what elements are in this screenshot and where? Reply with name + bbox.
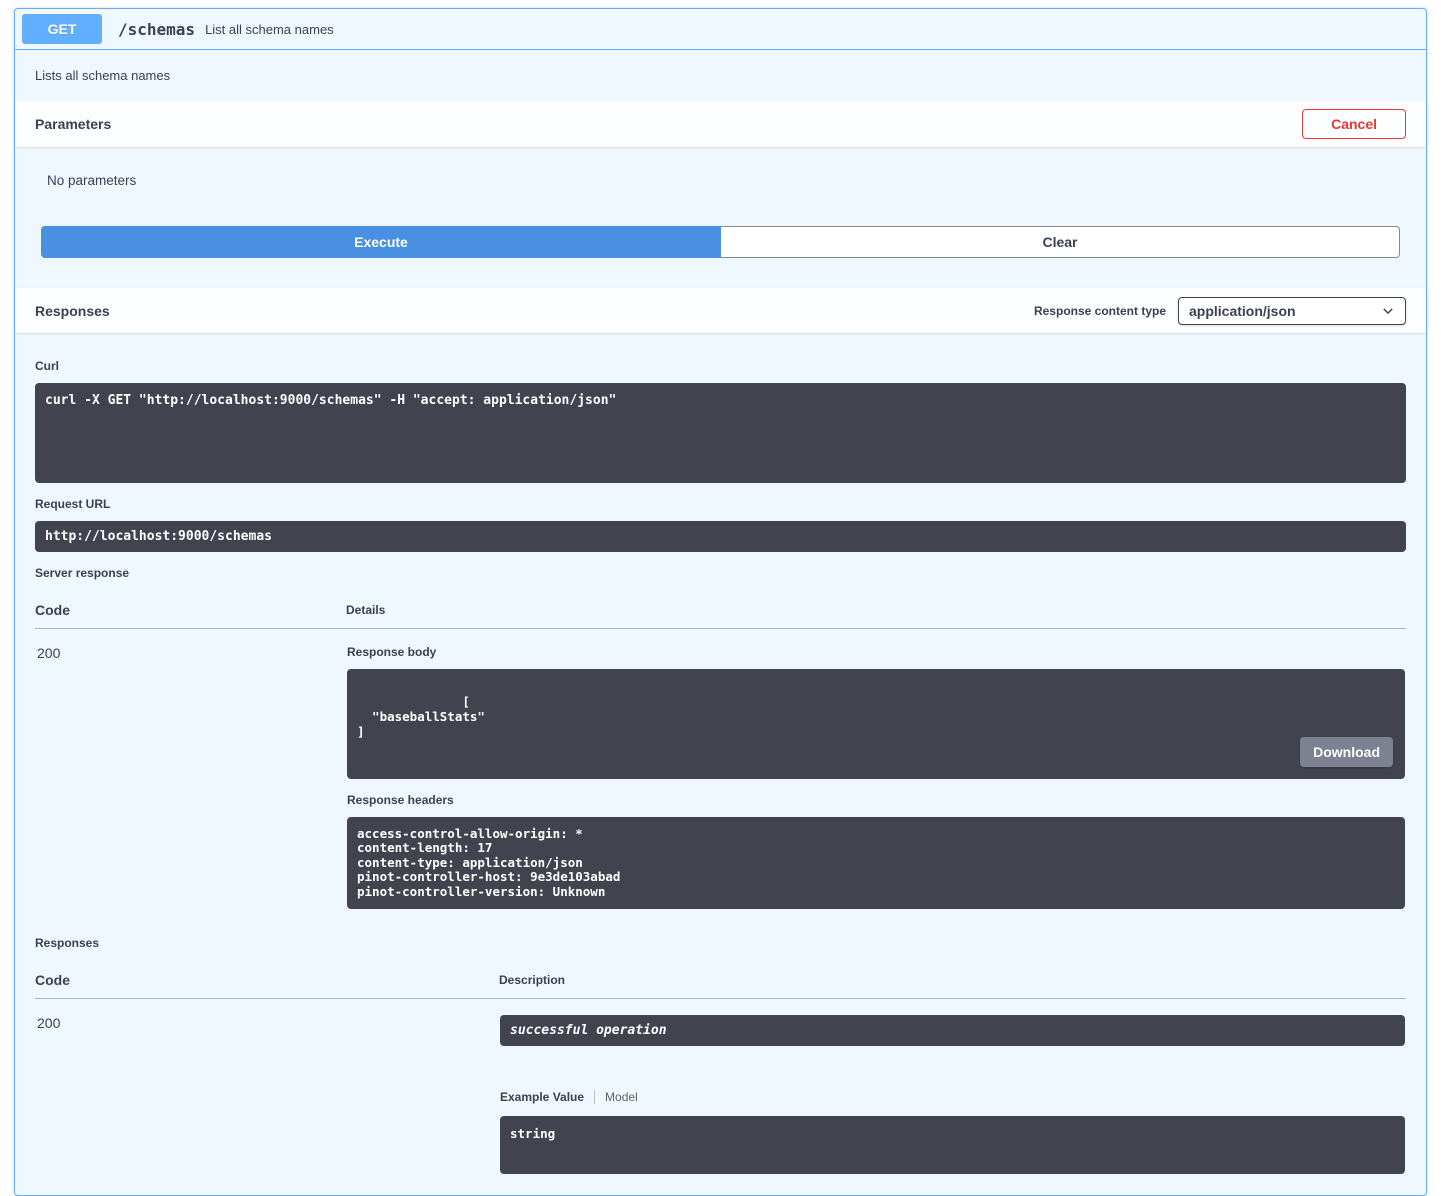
- operation-summary-text: List all schema names: [205, 22, 334, 37]
- http-method-badge: GET: [22, 14, 102, 44]
- documented-responses-table: Code Description 200 successful operatio…: [35, 960, 1406, 1175]
- chevron-down-icon: [1381, 304, 1395, 318]
- response-body-block: [ "baseballStats" ] Download: [347, 669, 1405, 779]
- response-headers-block: access-control-allow-origin: * content-l…: [347, 817, 1405, 909]
- server-response-code-header: Code: [35, 590, 346, 629]
- response-body-text: [ "baseballStats" ]: [357, 694, 485, 739]
- curl-command-block: curl -X GET "http://localhost:9000/schem…: [35, 383, 1406, 483]
- operation-path: /schemas: [102, 20, 205, 39]
- response-content-type-wrap: Response content type application/json: [1034, 297, 1406, 325]
- operation-description: Lists all schema names: [15, 50, 1426, 101]
- server-response-code: 200: [35, 629, 346, 918]
- server-response-table: Code Details 200 Response body [ "baseba…: [35, 590, 1406, 918]
- tab-divider: [594, 1090, 595, 1104]
- request-url-block: http://localhost:9000/schemas: [35, 521, 1406, 552]
- tab-example-value[interactable]: Example Value: [500, 1090, 584, 1104]
- response-content-type-select[interactable]: application/json: [1178, 297, 1406, 325]
- execute-wrapper: Execute Clear: [15, 204, 1426, 288]
- parameters-title: Parameters: [35, 116, 111, 132]
- documented-response-code: 200: [35, 998, 499, 1175]
- response-description-block: successful operation: [500, 1015, 1405, 1046]
- curl-label: Curl: [35, 359, 1406, 373]
- operation-summary[interactable]: GET /schemas List all schema names: [15, 9, 1426, 50]
- tab-model[interactable]: Model: [605, 1090, 638, 1104]
- responses-body: Curl curl -X GET "http://localhost:9000/…: [15, 333, 1426, 1195]
- clear-button[interactable]: Clear: [721, 226, 1400, 258]
- server-response-details-cell: Response body [ "baseballStats" ] Downlo…: [346, 629, 1406, 918]
- response-body-label: Response body: [347, 645, 1405, 659]
- no-parameters-message: No parameters: [15, 147, 1426, 204]
- server-response-details-header: Details: [346, 590, 1406, 629]
- response-content-type-label: Response content type: [1034, 304, 1166, 318]
- documented-response-cell: successful operation Example Value Model…: [499, 998, 1406, 1175]
- documented-response-row: 200 successful operation Example Value M…: [35, 998, 1406, 1175]
- documented-description-header: Description: [499, 960, 1406, 999]
- cancel-button[interactable]: Cancel: [1302, 109, 1406, 139]
- request-url-label: Request URL: [35, 497, 1406, 511]
- response-content-type-value: application/json: [1189, 303, 1296, 319]
- documented-code-header: Code: [35, 960, 499, 999]
- parameters-section-header: Parameters Cancel: [15, 101, 1426, 147]
- responses-section-header: Responses Response content type applicat…: [15, 288, 1426, 333]
- execute-button[interactable]: Execute: [41, 226, 721, 258]
- response-headers-label: Response headers: [347, 793, 1405, 807]
- server-response-label: Server response: [35, 566, 1406, 580]
- documented-responses-label: Responses: [35, 936, 1406, 950]
- operation-block: GET /schemas List all schema names Lists…: [14, 8, 1427, 1196]
- example-model-tabs: Example Value Model: [500, 1090, 1405, 1104]
- download-button[interactable]: Download: [1300, 737, 1393, 767]
- responses-title: Responses: [35, 303, 110, 319]
- server-response-row: 200 Response body [ "baseballStats" ] Do…: [35, 629, 1406, 918]
- example-value-block: string: [500, 1116, 1405, 1174]
